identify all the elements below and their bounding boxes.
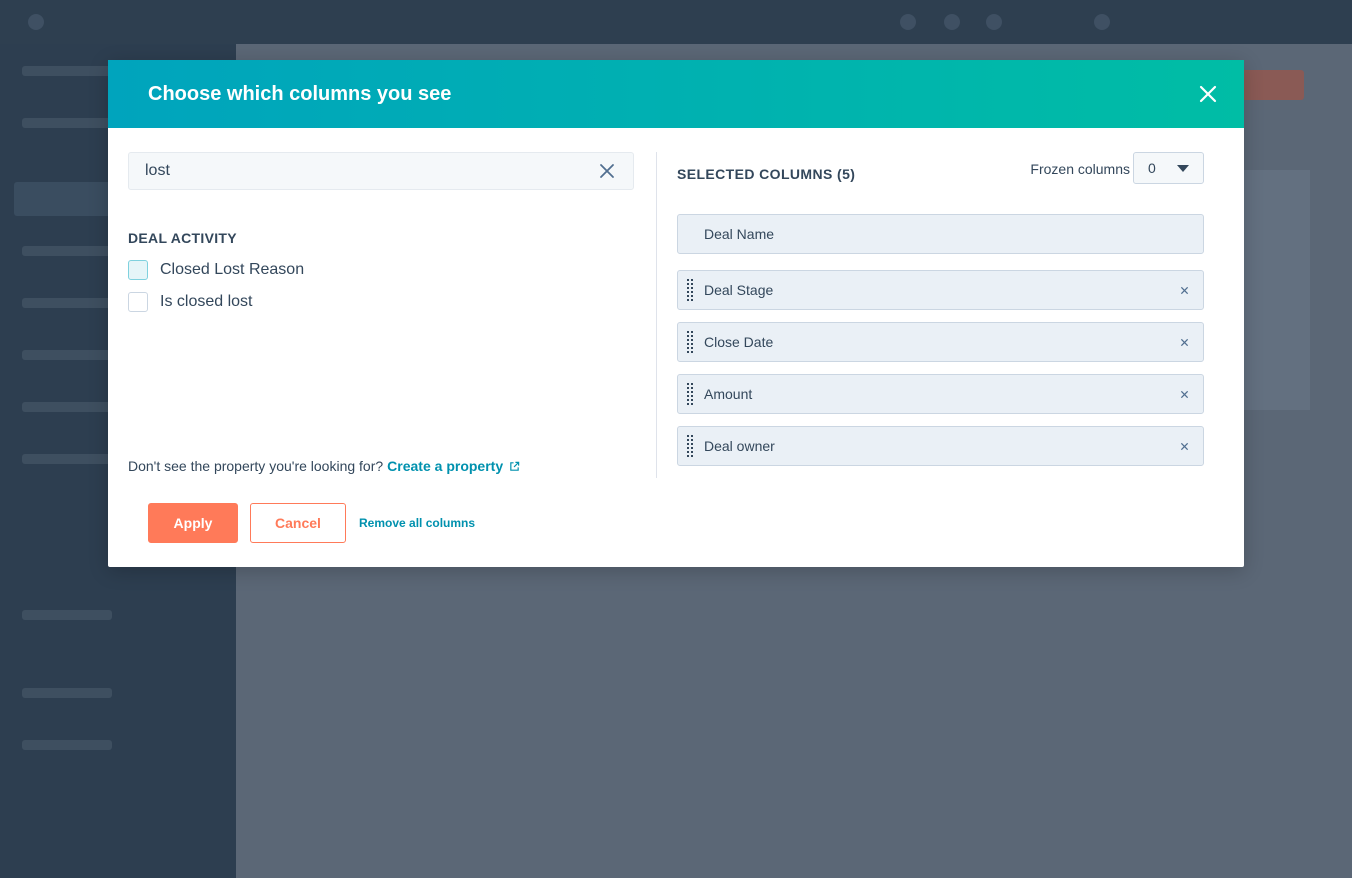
column-label: Amount <box>704 386 753 402</box>
remove-column-button[interactable] <box>1173 383 1195 405</box>
selected-column-deal-owner[interactable]: Deal owner <box>677 426 1204 466</box>
frozen-columns-label: Frozen columns <box>1030 161 1130 177</box>
remove-column-button[interactable] <box>1173 279 1195 301</box>
remove-column-button[interactable] <box>1173 331 1195 353</box>
background-topbar <box>0 0 1352 44</box>
pane-divider <box>656 152 657 478</box>
close-icon <box>1180 390 1188 398</box>
search-value: lost <box>145 162 170 179</box>
selected-columns-title: SELECTED COLUMNS (5) <box>677 166 856 182</box>
background-nav-item <box>22 740 112 750</box>
drag-handle-icon[interactable] <box>687 383 693 405</box>
background-logo <box>28 14 44 30</box>
option-is-closed-lost[interactable]: Is closed lost <box>128 292 252 312</box>
modal-header: Choose which columns you see <box>108 60 1244 128</box>
group-title: DEAL ACTIVITY <box>128 230 237 246</box>
selected-column-deal-name: Deal Name <box>677 214 1204 254</box>
background-nav-item <box>22 688 112 698</box>
clear-search-icon[interactable] <box>597 161 617 181</box>
background-nav-item <box>22 246 112 256</box>
column-label: Deal owner <box>704 438 775 454</box>
background-avatar <box>1094 14 1110 30</box>
background-nav-item <box>22 66 112 76</box>
checkbox[interactable] <box>128 260 148 280</box>
option-closed-lost-reason[interactable]: Closed Lost Reason <box>128 260 304 280</box>
background-nav-item <box>22 402 112 412</box>
drag-handle-icon[interactable] <box>687 331 693 353</box>
close-button[interactable] <box>1196 82 1220 106</box>
background-nav-item <box>22 610 112 620</box>
selected-columns-pane: SELECTED COLUMNS (5) Frozen columns 0 De… <box>677 152 1204 478</box>
choose-columns-modal: Choose which columns you see lost DEAL A… <box>108 60 1244 567</box>
selected-column-amount[interactable]: Amount <box>677 374 1204 414</box>
checkbox[interactable] <box>128 292 148 312</box>
column-label: Deal Name <box>704 226 775 242</box>
create-property-label: Create a property <box>387 458 504 474</box>
column-label: Deal Stage <box>704 282 774 298</box>
remove-column-button[interactable] <box>1173 435 1195 457</box>
background-icon <box>944 14 960 30</box>
selected-column-deal-stage[interactable]: Deal Stage <box>677 270 1204 310</box>
close-icon <box>1180 442 1188 450</box>
create-property-link[interactable]: Create a property <box>387 458 520 474</box>
background-nav-item <box>22 350 112 360</box>
caret-down-icon <box>1177 164 1189 172</box>
helper-message: Don't see the property you're looking fo… <box>128 458 384 474</box>
background-icon <box>986 14 1002 30</box>
helper-text: Don't see the property you're looking fo… <box>128 458 520 474</box>
background-icon <box>900 14 916 30</box>
close-icon <box>1180 286 1188 294</box>
available-properties-pane: lost DEAL ACTIVITY Closed Lost Reason Is… <box>128 152 636 478</box>
option-label: Closed Lost Reason <box>160 261 305 278</box>
modal-title: Choose which columns you see <box>148 82 452 105</box>
frozen-columns-select[interactable]: 0 <box>1133 152 1204 184</box>
modal-footer: Apply Cancel Remove all columns <box>148 503 475 543</box>
background-nav-item <box>22 298 112 308</box>
column-label: Close Date <box>704 334 774 350</box>
background-button <box>1240 70 1304 100</box>
drag-handle-icon[interactable] <box>687 435 693 457</box>
background-nav-item <box>22 118 112 128</box>
frozen-columns-value: 0 <box>1148 160 1156 176</box>
apply-button[interactable]: Apply <box>148 503 238 543</box>
option-label: Is closed lost <box>160 293 253 310</box>
background-nav-item <box>22 454 112 464</box>
drag-handle-icon[interactable] <box>687 279 693 301</box>
remove-all-columns-link[interactable]: Remove all columns <box>359 516 475 530</box>
close-icon <box>1180 338 1188 346</box>
cancel-button[interactable]: Cancel <box>250 503 346 543</box>
selected-column-close-date[interactable]: Close Date <box>677 322 1204 362</box>
background-nav-active <box>14 182 114 216</box>
search-input[interactable]: lost <box>128 152 634 190</box>
close-icon <box>1199 85 1217 103</box>
external-link-icon <box>510 461 520 471</box>
